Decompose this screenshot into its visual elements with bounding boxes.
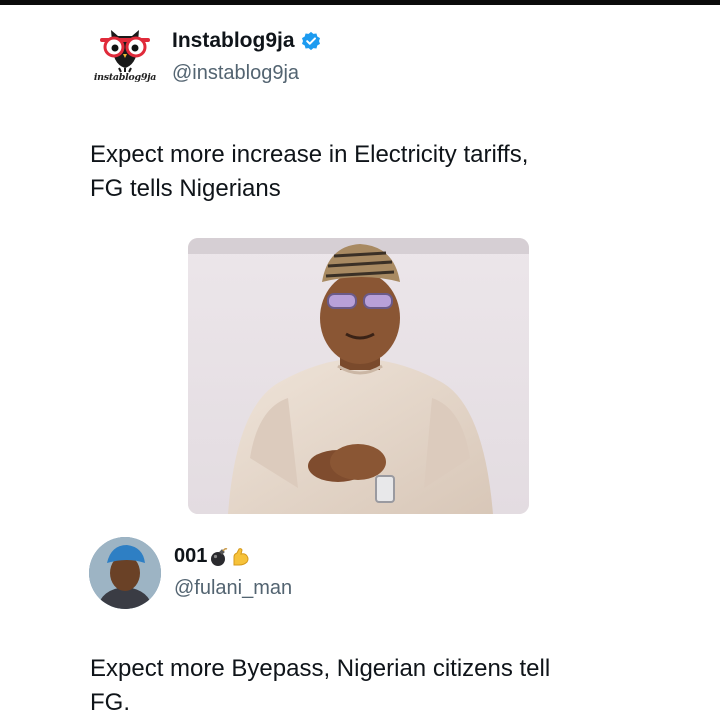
reply-text-line: FG. (90, 689, 130, 716)
reply-text-line: Expect more Byepass, Nigerian citizens t… (90, 655, 551, 682)
reply-avatar[interactable] (89, 537, 161, 609)
instablog9ja-logo[interactable]: instablog9ja (94, 24, 156, 88)
man-portrait-image (188, 238, 529, 514)
post-author-handle[interactable]: @instablog9ja (172, 62, 299, 85)
post-text-line: FG tells Nigerians (90, 175, 281, 202)
reply-author-name-text[interactable]: 001 (174, 545, 207, 568)
post-text: Expect more increase in Electricity tari… (90, 138, 650, 206)
post-text-line: Expect more increase in Electricity tari… (90, 141, 529, 168)
reply-author-name[interactable]: 001 (174, 545, 251, 568)
bomb-icon (209, 547, 229, 567)
logo-wordmark: instablog9ja (93, 72, 157, 83)
post-author-name[interactable]: Instablog9ja (172, 29, 321, 53)
author-name-text[interactable]: Instablog9ja (172, 29, 295, 53)
post-photo[interactable] (188, 238, 529, 514)
flexed-biceps-icon (231, 547, 251, 567)
owl-logo-icon (100, 30, 150, 73)
reply-author-handle[interactable]: @fulani_man (174, 577, 292, 600)
reply-text: Expect more Byepass, Nigerian citizens t… (90, 652, 670, 719)
top-border (0, 0, 720, 5)
person-avatar-icon (89, 537, 161, 609)
verified-badge-icon (301, 31, 321, 51)
